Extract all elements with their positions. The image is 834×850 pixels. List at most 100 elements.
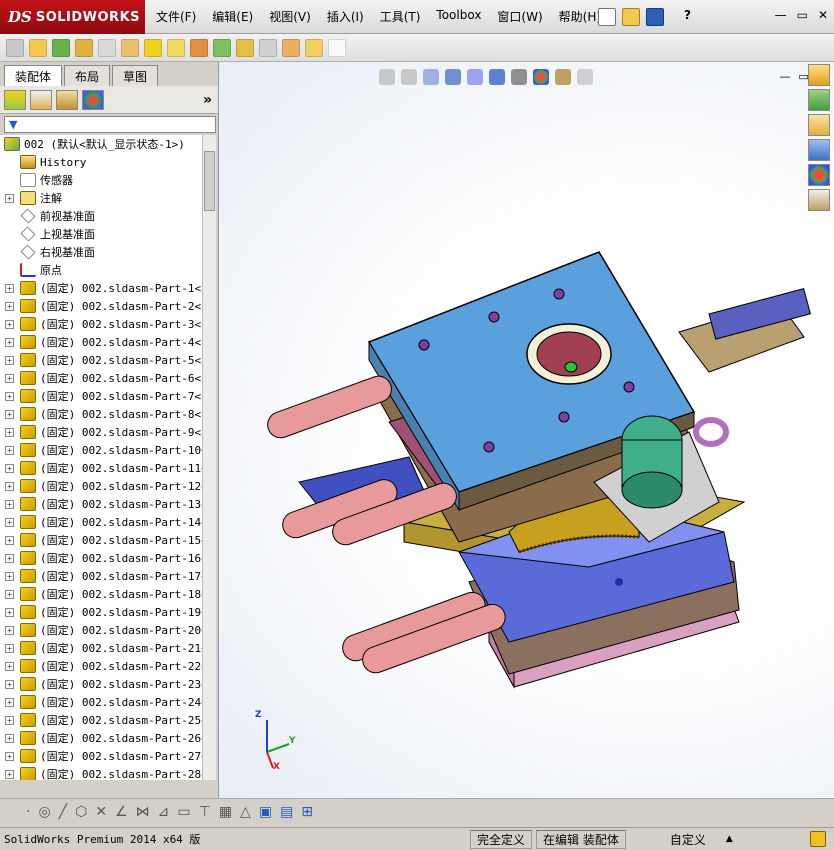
- expand-toggle-icon[interactable]: +: [5, 463, 14, 473]
- tree-part-row[interactable]: + (固定) 002.sldasm-Part-17<: [0, 567, 202, 585]
- configuration-manager-icon[interactable]: [56, 89, 78, 110]
- open-folder-icon[interactable]: [622, 8, 640, 26]
- view-four-icon[interactable]: ⊞: [301, 804, 313, 820]
- mold-assembly-model[interactable]: [219, 62, 834, 798]
- tree-part-row[interactable]: + (固定) 002.sldasm-Part-19<: [0, 603, 202, 621]
- display-manager-icon[interactable]: [82, 89, 104, 110]
- lifting-eye[interactable]: [693, 417, 729, 447]
- tree-part-row[interactable]: + (固定) 002.sldasm-Part-2<1: [0, 297, 202, 315]
- tree-part-row[interactable]: + (固定) 002.sldasm-Part-9<1: [0, 423, 202, 441]
- graphics-area[interactable]: — ▭ ✕: [218, 62, 834, 798]
- solidworks-resources-icon[interactable]: [808, 64, 830, 86]
- tree-part-row[interactable]: + (固定) 002.sldasm-Part-21<: [0, 639, 202, 657]
- restore-button[interactable]: ▭: [797, 8, 808, 22]
- tree-item[interactable]: 传感器: [0, 171, 202, 189]
- triangle-icon[interactable]: △: [240, 804, 251, 820]
- tree-item[interactable]: 上视基准面: [0, 225, 202, 243]
- expand-toggle-icon[interactable]: +: [5, 661, 14, 671]
- expand-toggle-icon[interactable]: +: [5, 193, 14, 203]
- appearances-scenes-icon[interactable]: [808, 164, 830, 186]
- expand-toggle-icon[interactable]: +: [5, 679, 14, 689]
- tree-part-row[interactable]: + (固定) 002.sldasm-Part-8<1: [0, 405, 202, 423]
- expand-toggle-icon[interactable]: +: [5, 607, 14, 617]
- tree-part-row[interactable]: + (固定) 002.sldasm-Part-13<: [0, 495, 202, 513]
- tree-filter[interactable]: ▼: [4, 116, 216, 133]
- expand-toggle-icon[interactable]: +: [5, 499, 14, 509]
- expand-toggle-icon[interactable]: +: [5, 697, 14, 707]
- instant3d-icon[interactable]: [305, 38, 323, 57]
- show-hidden-icon[interactable]: [144, 38, 162, 57]
- move-component-icon[interactable]: [121, 38, 139, 57]
- view-palette-icon[interactable]: [808, 139, 830, 161]
- menu-window[interactable]: 窗口(W): [497, 8, 542, 25]
- help-icon[interactable]: ?: [684, 8, 691, 26]
- tab-sketch[interactable]: 草图: [112, 65, 159, 86]
- tree-part-row[interactable]: + (固定) 002.sldasm-Part-7<1: [0, 387, 202, 405]
- expand-toggle-icon[interactable]: +: [5, 373, 14, 383]
- point-icon[interactable]: ·: [26, 804, 30, 820]
- expand-toggle-icon[interactable]: +: [5, 337, 14, 347]
- tree-part-row[interactable]: + (固定) 002.sldasm-Part-3<1: [0, 315, 202, 333]
- tree-part-row[interactable]: + (固定) 002.sldasm-Part-18<: [0, 585, 202, 603]
- tree-part-row[interactable]: + (固定) 002.sldasm-Part-5<1: [0, 351, 202, 369]
- tree-part-row[interactable]: + (固定) 002.sldasm-Part-20<: [0, 621, 202, 639]
- reference-geometry-icon[interactable]: [190, 38, 208, 57]
- edit-component-icon[interactable]: [6, 38, 24, 57]
- menu-file[interactable]: 文件(F): [156, 8, 196, 25]
- exploded-view-icon[interactable]: [259, 38, 277, 57]
- tree-part-row[interactable]: + (固定) 002.sldasm-Part-4<1: [0, 333, 202, 351]
- cooling-pipe-1[interactable]: [264, 373, 395, 442]
- linear-pattern-icon[interactable]: [75, 38, 93, 57]
- tree-item[interactable]: 原点: [0, 261, 202, 279]
- circle-icon[interactable]: ◎: [38, 804, 50, 820]
- tab-layout[interactable]: 布局: [64, 65, 111, 86]
- smart-fasteners-icon[interactable]: [98, 38, 116, 57]
- minimize-button[interactable]: —: [775, 8, 787, 22]
- tree-part-row[interactable]: + (固定) 002.sldasm-Part-26<: [0, 729, 202, 747]
- menu-toolbox[interactable]: Toolbox: [436, 8, 481, 25]
- solidworks-logo[interactable]: DS SOLIDWORKS: [0, 0, 145, 34]
- tree-part-row[interactable]: + (固定) 002.sldasm-Part-22<: [0, 657, 202, 675]
- tree-part-row[interactable]: + (固定) 002.sldasm-Part-16<: [0, 549, 202, 567]
- tab-assembly[interactable]: 装配体: [4, 65, 63, 86]
- expand-toggle-icon[interactable]: +: [5, 319, 14, 329]
- design-library-icon[interactable]: [808, 89, 830, 111]
- feature-manager-icon[interactable]: [4, 89, 26, 110]
- units-arrow-icon[interactable]: ▲: [726, 834, 733, 844]
- rebuild-icon[interactable]: [810, 831, 826, 847]
- expand-toggle-icon[interactable]: +: [5, 427, 14, 437]
- expand-toggle-icon[interactable]: +: [5, 643, 14, 653]
- assembly-features-icon[interactable]: [167, 38, 185, 57]
- tree-part-row[interactable]: + (固定) 002.sldasm-Part-6<1: [0, 369, 202, 387]
- menu-help[interactable]: 帮助(H): [559, 8, 601, 25]
- snapshot-icon[interactable]: [328, 38, 346, 57]
- expand-toggle-icon[interactable]: +: [5, 733, 14, 743]
- tree-part-row[interactable]: + (固定) 002.sldasm-Part-15<: [0, 531, 202, 549]
- polygon-icon[interactable]: ⬡: [75, 804, 87, 820]
- save-icon[interactable]: [646, 8, 664, 26]
- expand-toggle-icon[interactable]: +: [5, 481, 14, 491]
- tree-part-row[interactable]: + (固定) 002.sldasm-Part-12<: [0, 477, 202, 495]
- offset-icon[interactable]: ⊿: [158, 804, 170, 820]
- tree-scrollbar[interactable]: [202, 135, 216, 780]
- line-icon[interactable]: ╱: [59, 804, 67, 820]
- expand-toggle-icon[interactable]: +: [5, 517, 14, 527]
- new-motion-study-icon[interactable]: [213, 38, 231, 57]
- view-split-icon[interactable]: ▤: [280, 804, 293, 820]
- mirror-icon[interactable]: ⋈: [136, 804, 150, 820]
- tree-part-row[interactable]: + (固定) 002.sldasm-Part-28<: [0, 765, 202, 780]
- tree-part-row[interactable]: + (固定) 002.sldasm-Part-27<: [0, 747, 202, 765]
- custom-properties-icon[interactable]: [808, 189, 830, 211]
- rectangle-icon[interactable]: ▭: [177, 804, 190, 820]
- expand-toggle-icon[interactable]: +: [5, 625, 14, 635]
- scrollbar-thumb[interactable]: [204, 151, 215, 211]
- expand-toggle-icon[interactable]: +: [5, 535, 14, 545]
- expand-toggle-icon[interactable]: +: [5, 553, 14, 563]
- bill-of-materials-icon[interactable]: [236, 38, 254, 57]
- expand-toggle-icon[interactable]: +: [5, 283, 14, 293]
- tree-part-row[interactable]: + (固定) 002.sldasm-Part-14<: [0, 513, 202, 531]
- menu-tools[interactable]: 工具(T): [380, 8, 421, 25]
- close-button[interactable]: ✕: [818, 8, 828, 22]
- interference-detection-icon[interactable]: [282, 38, 300, 57]
- tree-item[interactable]: History: [0, 153, 202, 171]
